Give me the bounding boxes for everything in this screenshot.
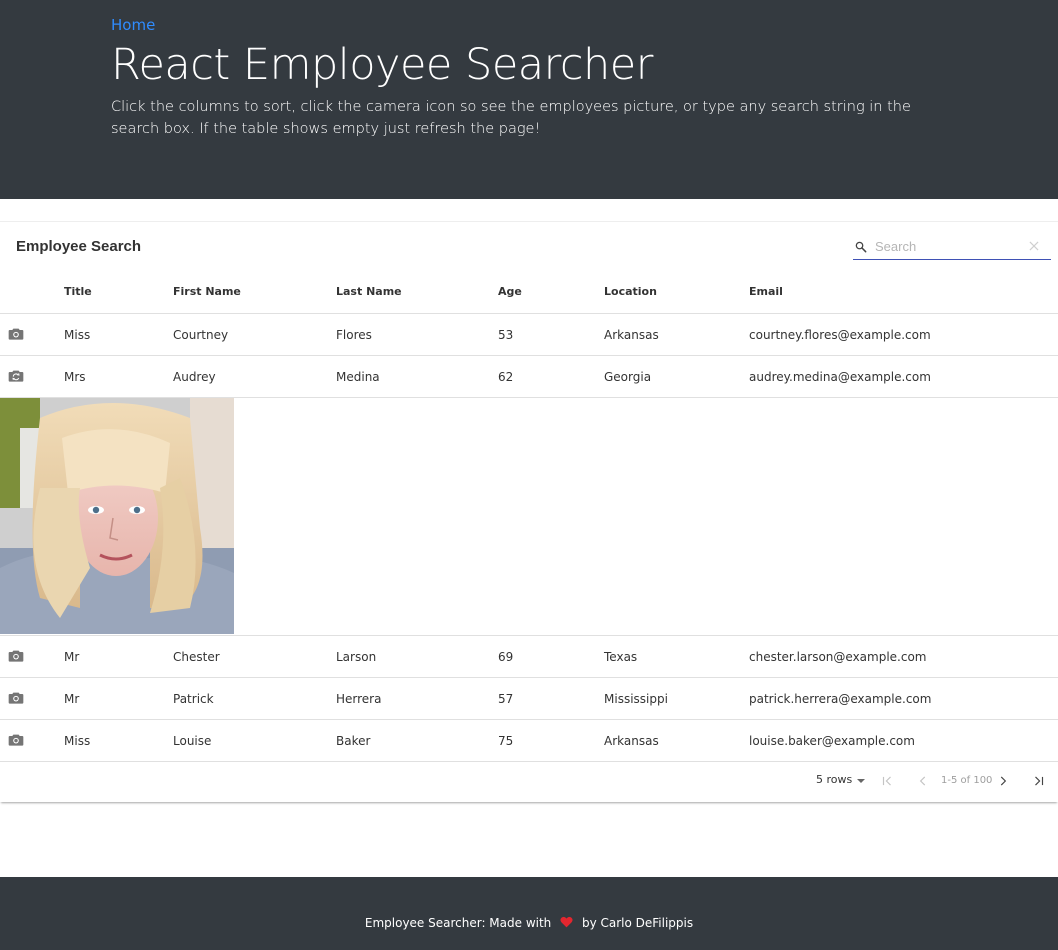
table-title: Employee Search: [16, 238, 142, 255]
camera-icon[interactable]: [8, 691, 24, 705]
cell-age: 57: [498, 692, 514, 706]
cell-email: louise.baker@example.com: [749, 734, 915, 748]
pagination: 5 rows 1-5 of 100: [0, 762, 1058, 802]
chevron-down-icon[interactable]: [856, 778, 866, 784]
page-range: 1-5 of 100: [941, 775, 993, 786]
column-header-age[interactable]: Age: [498, 285, 522, 298]
page-footer: Employee Searcher: Made with by Carlo De…: [0, 877, 1058, 950]
cell-age: 69: [498, 650, 514, 664]
column-header-title[interactable]: Title: [64, 285, 92, 298]
table-row: Mr Patrick Herrera 57 Mississippi patric…: [0, 678, 1058, 720]
camera-icon[interactable]: [8, 733, 24, 747]
table-row: Mrs Audrey Medina 62 Georgia audrey.medi…: [0, 356, 1058, 398]
employee-photo-panel: [0, 398, 1058, 636]
camera-icon[interactable]: [8, 649, 24, 663]
table-row: Miss Courtney Flores 53 Arkansas courtne…: [0, 314, 1058, 356]
footer-prefix: Employee Searcher: Made with: [364, 916, 552, 930]
cell-age: 53: [498, 328, 514, 342]
column-header-email[interactable]: Email: [749, 285, 783, 298]
cell-location: Mississippi: [604, 692, 668, 706]
next-page-icon[interactable]: [996, 774, 1010, 788]
footer-suffix: by Carlo DeFilippis: [581, 916, 694, 930]
cell-location: Arkansas: [604, 734, 659, 748]
table-header: Title First Name Last Name Age Location …: [0, 271, 1058, 314]
rows-per-page-select[interactable]: 5 rows: [816, 773, 852, 786]
cell-title: Mr: [64, 650, 80, 664]
employee-photo: [0, 398, 234, 634]
cell-email: chester.larson@example.com: [749, 650, 927, 664]
cell-last-name: Baker: [336, 734, 371, 748]
table-row: Miss Louise Baker 75 Arkansas louise.bak…: [0, 720, 1058, 762]
search-box: [853, 234, 1051, 260]
home-link[interactable]: Home: [111, 16, 155, 34]
search-input[interactable]: [875, 236, 1025, 256]
cell-title: Miss: [64, 328, 91, 342]
table-row: Mr Chester Larson 69 Texas chester.larso…: [0, 636, 1058, 678]
switch-camera-icon[interactable]: [8, 369, 24, 383]
cell-first-name: Louise: [173, 734, 212, 748]
cell-last-name: Herrera: [336, 692, 382, 706]
first-page-icon[interactable]: [880, 774, 894, 788]
cell-location: Texas: [604, 650, 638, 664]
cell-first-name: Audrey: [173, 370, 216, 384]
cell-email: courtney.flores@example.com: [749, 328, 931, 342]
cell-first-name: Chester: [173, 650, 220, 664]
heart-icon: [560, 916, 573, 928]
column-header-location[interactable]: Location: [604, 285, 657, 298]
footer-credit: Employee Searcher: Made with by Carlo De…: [0, 916, 1058, 930]
cell-age: 75: [498, 734, 514, 748]
employee-table: Employee Search Title First Name Last Na…: [0, 221, 1058, 802]
search-icon: [855, 241, 867, 253]
cell-last-name: Larson: [336, 650, 377, 664]
previous-page-icon[interactable]: [916, 774, 930, 788]
cell-last-name: Flores: [336, 328, 372, 342]
clear-search-icon[interactable]: [1027, 239, 1041, 253]
cell-title: Miss: [64, 734, 91, 748]
cell-title: Mrs: [64, 370, 86, 384]
cell-last-name: Medina: [336, 370, 380, 384]
column-header-last-name[interactable]: Last Name: [336, 285, 402, 298]
cell-email: patrick.herrera@example.com: [749, 692, 932, 706]
column-header-first-name[interactable]: First Name: [173, 285, 241, 298]
cell-title: Mr: [64, 692, 80, 706]
cell-first-name: Courtney: [173, 328, 229, 342]
camera-icon[interactable]: [8, 327, 24, 341]
cell-first-name: Patrick: [173, 692, 214, 706]
page-header: Home React Employee Searcher Click the c…: [0, 0, 1058, 199]
cell-location: Georgia: [604, 370, 652, 384]
cell-age: 62: [498, 370, 514, 384]
cell-email: audrey.medina@example.com: [749, 370, 931, 384]
page-title: React Employee Searcher: [111, 40, 653, 90]
cell-location: Arkansas: [604, 328, 659, 342]
last-page-icon[interactable]: [1032, 774, 1046, 788]
page-description: Click the columns to sort, click the cam…: [111, 99, 911, 137]
